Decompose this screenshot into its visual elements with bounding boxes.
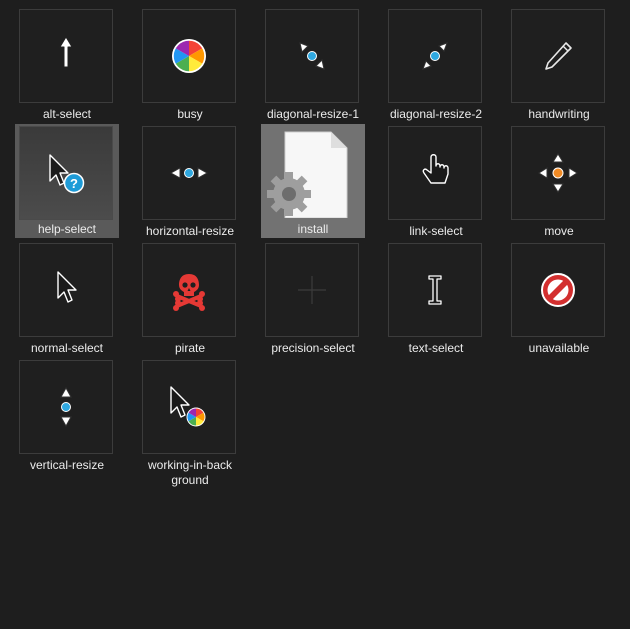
up-arrow-icon bbox=[59, 36, 73, 68]
thumbnail bbox=[142, 9, 236, 103]
thumbnail bbox=[19, 9, 113, 103]
file-label: busy bbox=[177, 107, 203, 121]
thumbnail bbox=[388, 9, 482, 103]
i-beam-icon bbox=[428, 275, 442, 305]
diagonal-resize-nesw-icon bbox=[422, 42, 448, 70]
file-label: normal-select bbox=[30, 341, 104, 355]
file-label: handwriting bbox=[528, 107, 590, 121]
thumbnail bbox=[142, 360, 236, 454]
settings-file-icon bbox=[267, 131, 348, 218]
hand-pointer-icon bbox=[422, 154, 449, 184]
file-label: horizontal-resize bbox=[145, 224, 235, 238]
file-grid-view: alt-select busy diagonal-resize-1 diagon… bbox=[0, 0, 630, 629]
thumbnail bbox=[388, 126, 482, 220]
file-label: unavailable bbox=[528, 341, 590, 355]
file-label: link-select bbox=[409, 224, 463, 238]
crosshair-icon bbox=[298, 276, 326, 304]
help-arrow-icon: ? bbox=[49, 154, 85, 194]
file-label: text-select bbox=[408, 341, 464, 355]
file-label: diagonal-resize-1 bbox=[266, 107, 360, 121]
spinning-wheel-icon bbox=[172, 39, 206, 73]
thumbnail bbox=[511, 243, 605, 337]
vertical-resize-icon bbox=[60, 386, 72, 428]
arrow-pointer-icon bbox=[57, 271, 77, 303]
thumbnail bbox=[142, 126, 236, 220]
thumbnail bbox=[265, 126, 359, 220]
file-item-install[interactable]: install bbox=[261, 124, 365, 238]
thumbnail bbox=[388, 243, 482, 337]
file-label: precision-select bbox=[271, 341, 355, 355]
file-label: vertical-resize bbox=[29, 458, 104, 472]
file-label: help-select bbox=[37, 222, 97, 236]
thumbnail bbox=[265, 243, 359, 337]
diagonal-resize-nwse-icon bbox=[299, 42, 325, 70]
skull-crossbones-icon bbox=[173, 274, 205, 311]
file-label: install bbox=[297, 222, 329, 236]
file-label: pirate bbox=[174, 341, 206, 355]
horizontal-resize-icon bbox=[169, 167, 209, 179]
thumbnail bbox=[142, 243, 236, 337]
pencil-icon bbox=[545, 42, 572, 70]
thumbnail bbox=[511, 126, 605, 220]
file-item-help-select[interactable]: ? help-select bbox=[15, 124, 119, 238]
no-entry-icon bbox=[541, 273, 575, 307]
thumbnail bbox=[19, 360, 113, 454]
svg-text:?: ? bbox=[70, 176, 78, 191]
file-label: alt-select bbox=[42, 107, 92, 121]
thumbnail bbox=[265, 9, 359, 103]
file-label: diagonal-resize-2 bbox=[389, 107, 483, 121]
file-label: move bbox=[544, 224, 574, 238]
move-icon bbox=[538, 153, 578, 193]
thumbnail bbox=[511, 9, 605, 103]
arrow-busy-icon bbox=[170, 386, 206, 427]
thumbnail bbox=[19, 243, 113, 337]
file-label: working-in-back ground bbox=[147, 458, 233, 487]
thumbnail: ? bbox=[19, 126, 113, 220]
